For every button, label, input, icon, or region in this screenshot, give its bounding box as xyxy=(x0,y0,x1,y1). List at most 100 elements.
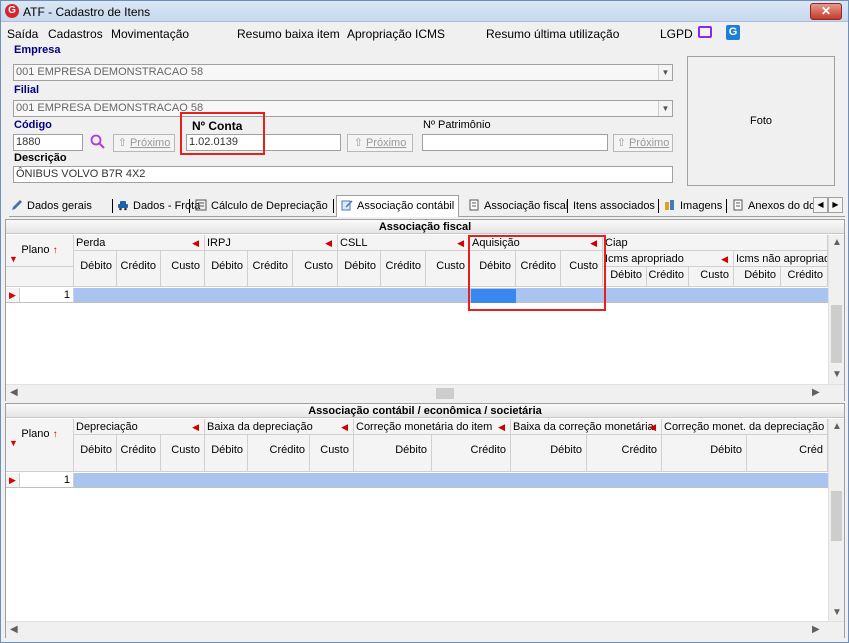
collapse-arrow-icon[interactable]: ◀ xyxy=(498,419,505,434)
col-credito[interactable]: Crédito xyxy=(781,267,828,287)
vertical-scrollbar[interactable]: ▲ ▼ xyxy=(828,419,844,623)
chevron-down-icon[interactable]: ▼ xyxy=(658,101,672,116)
group-correcao-monet-depreciacao[interactable]: Correção monet. da depreciação xyxy=(662,419,828,435)
codigo-input[interactable]: 1880 xyxy=(13,134,83,151)
col-custo[interactable]: Custo xyxy=(310,435,354,472)
plano-cell[interactable]: 1 xyxy=(20,473,74,488)
col-debito[interactable]: Débito xyxy=(74,251,117,287)
group-csll[interactable]: CSLL ◀ xyxy=(338,235,470,251)
collapse-arrow-icon[interactable]: ◀ xyxy=(649,419,656,434)
menu-resumo-ultima-utilizacao[interactable]: Resumo última utilização xyxy=(486,27,619,41)
scroll-track[interactable] xyxy=(26,625,726,636)
tab-associacao-fiscal[interactable]: Associação fiscal xyxy=(468,197,568,216)
tab-associacao-contabil[interactable]: Associação contábil xyxy=(336,195,460,217)
collapse-arrow-icon[interactable]: ◀ xyxy=(341,419,348,434)
collapse-arrow-icon[interactable]: ◀ xyxy=(721,251,728,266)
group-correcao-monetaria-item[interactable]: Correção monetária do item ◀ xyxy=(354,419,511,435)
col-credito[interactable]: Crédito xyxy=(647,267,689,287)
col-credito[interactable]: Crédito xyxy=(432,435,511,472)
photo-panel[interactable]: Foto xyxy=(687,56,835,186)
col-debito[interactable]: Débito xyxy=(511,435,587,472)
filial-select[interactable]: 001 EMPRESA DEMONSTRACAO 58 ▼ xyxy=(13,100,673,117)
collapse-arrow-icon[interactable]: ◀ xyxy=(192,419,199,434)
tab-imagens[interactable]: Imagens xyxy=(664,197,722,216)
tab-calculo-depreciacao[interactable]: Cálculo de Depreciação xyxy=(195,197,328,216)
col-debito[interactable]: Débito xyxy=(603,267,647,287)
scroll-down-icon[interactable]: ▼ xyxy=(832,369,842,380)
col-debito[interactable]: Débito xyxy=(354,435,432,472)
tab-dados-frota[interactable]: Dados - Frota xyxy=(117,197,200,216)
horizontal-scrollbar[interactable]: ◀ ▶ xyxy=(6,621,844,638)
col-custo[interactable]: Custo xyxy=(426,251,470,287)
col-debito[interactable]: Débito xyxy=(662,435,747,472)
scroll-right-icon[interactable]: ▶ xyxy=(812,387,820,398)
scroll-up-icon[interactable]: ▲ xyxy=(832,421,842,432)
row-indicator-icon[interactable]: ▶ xyxy=(6,473,20,488)
col-credito-partial[interactable]: Créd xyxy=(747,435,828,472)
col-custo[interactable]: Custo xyxy=(689,267,734,287)
collapse-arrow-icon[interactable]: ◀ xyxy=(325,235,332,250)
chevron-left-icon[interactable]: ◀ xyxy=(813,197,828,213)
menu-saida[interactable]: Saída xyxy=(7,27,38,41)
group-baixa-depreciacao[interactable]: Baixa da depreciação ◀ xyxy=(205,419,354,435)
col-credito[interactable]: Crédito xyxy=(248,435,310,472)
col-debito[interactable]: Débito xyxy=(205,251,248,287)
group-baixa-correcao-monetaria[interactable]: Baixa da correção monetária ◀ xyxy=(511,419,662,435)
table-row[interactable] xyxy=(74,288,828,303)
plano-header[interactable]: ▼ Plano ↑ xyxy=(6,419,74,472)
group-depreciacao[interactable]: Depreciação ◀ xyxy=(74,419,205,435)
col-debito[interactable]: Débito xyxy=(74,435,117,472)
scroll-thumb[interactable] xyxy=(831,305,842,363)
col-debito[interactable]: Débito xyxy=(205,435,248,472)
tab-anexos[interactable]: Anexos do do xyxy=(732,197,815,216)
table-row[interactable] xyxy=(74,473,828,488)
proximo-button[interactable]: ⇧ Próximo xyxy=(113,134,175,152)
col-credito[interactable]: Crédito xyxy=(117,251,161,287)
empresa-select[interactable]: 001 EMPRESA DEMONSTRACAO 58 ▼ xyxy=(13,64,673,81)
collapse-arrow-icon[interactable]: ◀ xyxy=(192,235,199,250)
col-custo[interactable]: Custo xyxy=(293,251,338,287)
col-custo[interactable]: Custo xyxy=(161,251,205,287)
scroll-up-icon[interactable]: ▲ xyxy=(832,237,842,248)
group-icms-nao-apropriado[interactable]: Icms não apropriad xyxy=(734,251,828,267)
scroll-thumb[interactable] xyxy=(436,388,454,399)
chevron-down-icon[interactable]: ▼ xyxy=(658,65,672,80)
tab-dados-gerais[interactable]: Dados gerais xyxy=(11,197,92,216)
scroll-left-icon[interactable]: ◀ xyxy=(10,387,18,398)
collapse-arrow-icon[interactable]: ◀ xyxy=(457,235,464,250)
col-credito[interactable]: Crédito xyxy=(248,251,293,287)
col-debito[interactable]: Débito xyxy=(734,267,781,287)
patrimonio-input[interactable] xyxy=(422,134,608,151)
group-perda[interactable]: Perda ◀ xyxy=(74,235,205,251)
group-ciap[interactable]: Ciap xyxy=(603,235,828,251)
col-credito[interactable]: Crédito xyxy=(117,435,161,472)
col-credito[interactable]: Crédito xyxy=(587,435,662,472)
scroll-thumb[interactable] xyxy=(831,491,842,541)
scroll-down-icon[interactable]: ▼ xyxy=(832,607,842,618)
horizontal-scrollbar[interactable]: ◀ ▶ xyxy=(6,384,844,401)
patrimonio-proximo-button[interactable]: ⇧ Próximo xyxy=(613,134,673,152)
g-app-icon[interactable]: G xyxy=(726,25,740,40)
col-debito[interactable]: Débito xyxy=(338,251,381,287)
menu-cadastros[interactable]: Cadastros xyxy=(48,27,103,41)
chevron-right-icon[interactable]: ▶ xyxy=(828,197,843,213)
menu-resumo-baixa-item[interactable]: Resumo baixa item xyxy=(237,27,340,41)
scroll-left-icon[interactable]: ◀ xyxy=(10,624,18,635)
group-icms-apropriado[interactable]: Icms apropriado ◀ xyxy=(603,251,734,267)
search-icon[interactable] xyxy=(90,134,105,149)
descricao-input[interactable]: ÔNIBUS VOLVO B7R 4X2 xyxy=(13,166,673,183)
group-irpj[interactable]: IRPJ ◀ xyxy=(205,235,338,251)
row-indicator-icon[interactable]: ▶ xyxy=(6,288,20,303)
vertical-scrollbar[interactable]: ▲ ▼ xyxy=(828,235,844,385)
scroll-right-icon[interactable]: ▶ xyxy=(812,624,820,635)
conta-proximo-button[interactable]: ⇧ Próximo xyxy=(347,134,413,152)
menu-lgpd[interactable]: LGPD xyxy=(660,27,693,41)
close-button[interactable]: ✕ xyxy=(810,3,842,20)
plano-header[interactable]: ▼ Plano ↑ xyxy=(6,235,74,267)
col-custo[interactable]: Custo xyxy=(161,435,205,472)
tab-itens-associados[interactable]: Itens associados xyxy=(573,197,655,216)
menu-apropriacao-icms[interactable]: Apropriação ICMS xyxy=(347,27,445,41)
menu-movimentacao[interactable]: Movimentação xyxy=(111,27,189,41)
plano-cell[interactable]: 1 xyxy=(20,288,74,303)
col-credito[interactable]: Crédito xyxy=(381,251,426,287)
